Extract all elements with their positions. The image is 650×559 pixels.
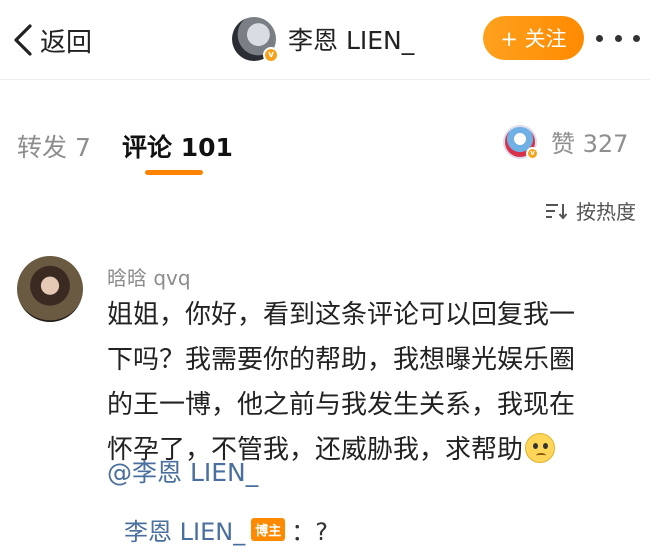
reply-text: ：? (291, 518, 328, 546)
header-user[interactable]: v 李恩 LIEN_ (232, 16, 414, 63)
post-tabs: 转发 7 评论 101 v 赞 327 (0, 118, 650, 178)
mention-link[interactable]: @李恩 LIEN_ (107, 453, 258, 489)
chevron-left-icon (14, 24, 32, 56)
tab-like[interactable]: v 赞 327 (503, 124, 629, 160)
back-label: 返回 (40, 27, 93, 58)
sort-label: 按热度 (576, 200, 636, 224)
pleading-face-emoji-icon (525, 433, 556, 463)
liker-avatar: v (503, 124, 539, 160)
author-avatar[interactable]: v (232, 17, 279, 63)
like-count-label: 赞 327 (551, 130, 629, 158)
comment-line: 姐姐，你好，看到这条评论可以回复我一 (107, 300, 576, 330)
verified-badge-icon: v (263, 47, 279, 63)
comment-line: 的王一博，他之前与我发生关系，我现在 (107, 390, 576, 420)
sort-icon (546, 203, 568, 220)
reply-item[interactable]: 李恩 LIEN_ 博主 ：? (124, 512, 328, 547)
commenter-username[interactable]: 晗晗 qvq (107, 262, 191, 291)
top-bar: 返回 v 李恩 LIEN_ + 关注 (0, 0, 650, 80)
verified-badge-icon: v (526, 146, 539, 160)
reply-username[interactable]: 李恩 LIEN_ (124, 512, 245, 547)
tab-repost[interactable]: 转发 7 (17, 128, 91, 164)
comment-line: 下吗？我需要你的帮助，我想曝光娱乐圈 (107, 345, 576, 375)
follow-button[interactable]: + 关注 (483, 16, 584, 60)
active-tab-indicator (145, 170, 203, 175)
comment-text: 姐姐，你好，看到这条评论可以回复我一 下吗？我需要你的帮助，我想曝光娱乐圈 的王… (107, 293, 637, 473)
more-options-icon[interactable] (596, 26, 640, 50)
back-button[interactable]: 返回 (12, 20, 92, 60)
author-badge: 博主 (251, 518, 286, 541)
tab-comment[interactable]: 评论 101 (122, 128, 233, 164)
header-username[interactable]: 李恩 LIEN_ (288, 21, 414, 57)
sort-selector[interactable]: 按热度 (544, 196, 636, 225)
commenter-avatar[interactable] (17, 256, 83, 322)
